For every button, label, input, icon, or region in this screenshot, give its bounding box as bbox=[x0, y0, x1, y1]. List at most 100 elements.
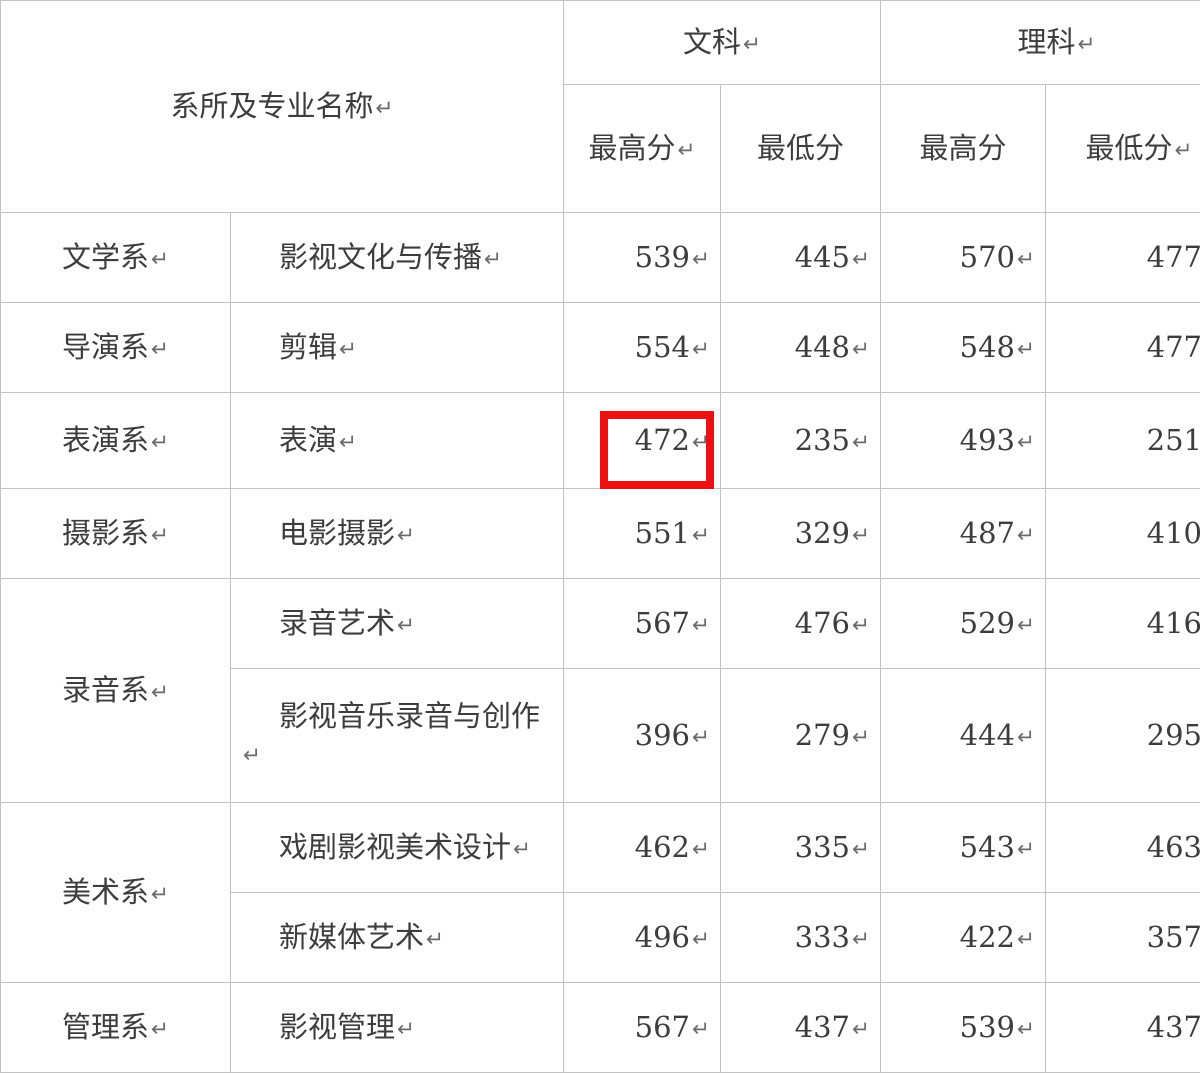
table-row: 文学系↵ 影视文化与传播↵ 539↵ 445↵ 570↵ 477↵ bbox=[1, 213, 1200, 303]
cell-major: 剪辑↵ bbox=[231, 303, 564, 393]
cell-department: 导演系↵ bbox=[1, 303, 231, 393]
return-mark-icon: ↵ bbox=[1017, 430, 1035, 455]
score-value: 477 bbox=[1147, 240, 1200, 274]
cell-department: 表演系↵ bbox=[1, 393, 231, 489]
cell-liberal-lowest: 279↵ bbox=[721, 669, 881, 803]
table-row: 导演系↵ 剪辑↵ 554↵ 448↵ 548↵ 477↵ bbox=[1, 303, 1200, 393]
table-row: 录音系↵ 录音艺术↵ 567↵ 476↵ 529↵ 416↵ bbox=[1, 579, 1200, 669]
major-label: 新媒体艺术 bbox=[279, 920, 424, 954]
cell-science-lowest: 477↵ bbox=[1046, 303, 1200, 393]
cell-science-highest: 570↵ bbox=[881, 213, 1046, 303]
cell-science-highest: 543↵ bbox=[881, 803, 1046, 893]
cell-science-lowest: 251↵ bbox=[1046, 393, 1200, 489]
admission-score-table: 系所及专业名称↵ 文科↵ 理科↵ 最高分 ↵ 最低分 最高分 bbox=[0, 0, 1200, 1073]
cell-liberal-lowest: 448↵ bbox=[721, 303, 881, 393]
cell-liberal-lowest: 235↵ bbox=[721, 393, 881, 489]
table-body: 文学系↵ 影视文化与传播↵ 539↵ 445↵ 570↵ 477↵ 导演系↵ 剪… bbox=[1, 213, 1200, 1073]
table-header: 系所及专业名称↵ 文科↵ 理科↵ 最高分 ↵ 最低分 最高分 bbox=[1, 1, 1200, 213]
score-value: 567 bbox=[635, 1010, 690, 1044]
score-value: 539 bbox=[960, 1010, 1015, 1044]
return-mark-icon: ↵ bbox=[484, 247, 502, 272]
score-value: 279 bbox=[795, 718, 850, 752]
return-mark-icon: ↵ bbox=[426, 927, 444, 952]
return-mark-icon: ↵ bbox=[376, 96, 394, 121]
score-value: 333 bbox=[795, 920, 850, 954]
header-row-groups: 系所及专业名称↵ 文科↵ 理科↵ bbox=[1, 1, 1200, 85]
cell-major: 新媒体艺术↵ bbox=[231, 893, 564, 983]
return-mark-icon: ↵ bbox=[151, 1017, 169, 1042]
cell-science-lowest: 357↵ bbox=[1046, 893, 1200, 983]
return-mark-icon: ↵ bbox=[397, 1017, 415, 1042]
header-liberal-lowest: 最低分 bbox=[721, 85, 881, 213]
cell-liberal-lowest: 476↵ bbox=[721, 579, 881, 669]
department-label: 文学系 bbox=[62, 240, 149, 274]
cell-major: 影视文化与传播↵ bbox=[231, 213, 564, 303]
return-mark-icon: ↵ bbox=[513, 837, 531, 862]
header-science-highest: 最高分 bbox=[881, 85, 1046, 213]
return-mark-icon: ↵ bbox=[151, 882, 169, 907]
return-mark-icon: ↵ bbox=[1175, 138, 1193, 163]
cell-liberal-lowest: 445↵ bbox=[721, 213, 881, 303]
return-mark-icon: ↵ bbox=[852, 523, 870, 548]
score-value: 476 bbox=[795, 606, 850, 640]
header-group-liberal-arts: 文科↵ bbox=[564, 1, 881, 85]
return-mark-icon: ↵ bbox=[1017, 613, 1035, 638]
return-mark-icon: ↵ bbox=[852, 927, 870, 952]
cell-science-highest: 548↵ bbox=[881, 303, 1046, 393]
cell-major: 戏剧影视美术设计↵ bbox=[231, 803, 564, 893]
score-value: 570 bbox=[960, 240, 1015, 274]
cell-major: 影视音乐录音与创作↵ bbox=[231, 669, 564, 803]
score-value: 462 bbox=[635, 830, 690, 864]
cell-science-lowest: 477↵ bbox=[1046, 213, 1200, 303]
score-value: 445 bbox=[795, 240, 850, 274]
score-value: 416 bbox=[1147, 606, 1200, 640]
return-mark-icon: ↵ bbox=[852, 725, 870, 750]
cell-major: 电影摄影↵ bbox=[231, 489, 564, 579]
cell-science-highest: 539↵ bbox=[881, 983, 1046, 1073]
return-mark-icon: ↵ bbox=[1017, 927, 1035, 952]
cell-liberal-lowest: 335↵ bbox=[721, 803, 881, 893]
score-value: 472 bbox=[635, 423, 690, 457]
cell-liberal-highest: 496↵ bbox=[564, 893, 721, 983]
score-value: 335 bbox=[795, 830, 850, 864]
score-value: 539 bbox=[635, 240, 690, 274]
score-value: 235 bbox=[795, 423, 850, 457]
score-value: 529 bbox=[960, 606, 1015, 640]
department-label: 录音系 bbox=[62, 673, 149, 707]
return-mark-icon: ↵ bbox=[852, 430, 870, 455]
cell-liberal-highest: 539↵ bbox=[564, 213, 721, 303]
return-mark-icon: ↵ bbox=[692, 613, 710, 638]
cell-major: 影视管理↵ bbox=[231, 983, 564, 1073]
cell-science-highest: 487↵ bbox=[881, 489, 1046, 579]
return-mark-icon: ↵ bbox=[692, 725, 710, 750]
header-department-major-label: 系所及专业名称 bbox=[171, 89, 374, 123]
return-mark-icon: ↵ bbox=[397, 523, 415, 548]
return-mark-icon: ↵ bbox=[397, 613, 415, 638]
header-department-major: 系所及专业名称↵ bbox=[1, 1, 564, 213]
department-label: 美术系 bbox=[62, 875, 149, 909]
score-value: 437 bbox=[795, 1010, 850, 1044]
cell-science-highest: 444↵ bbox=[881, 669, 1046, 803]
cell-science-lowest: 416↵ bbox=[1046, 579, 1200, 669]
return-mark-icon: ↵ bbox=[1017, 837, 1035, 862]
major-label: 影视管理 bbox=[279, 1010, 395, 1044]
return-mark-icon: ↵ bbox=[692, 1017, 710, 1042]
score-value: 329 bbox=[795, 516, 850, 550]
return-mark-icon: ↵ bbox=[852, 337, 870, 362]
score-value: 422 bbox=[960, 920, 1015, 954]
header-liberal-highest-label: 最高分 bbox=[589, 131, 676, 165]
cell-liberal-lowest: 437↵ bbox=[721, 983, 881, 1073]
return-mark-icon: ↵ bbox=[151, 430, 169, 455]
return-mark-icon: ↵ bbox=[1078, 32, 1096, 57]
cell-liberal-highest: 554↵ bbox=[564, 303, 721, 393]
department-label: 表演系 bbox=[62, 423, 149, 457]
return-mark-icon: ↵ bbox=[852, 837, 870, 862]
score-value: 567 bbox=[635, 606, 690, 640]
return-mark-icon: ↵ bbox=[151, 247, 169, 272]
score-value: 410 bbox=[1147, 516, 1200, 550]
cell-department: 录音系↵ bbox=[1, 579, 231, 803]
score-value: 396 bbox=[635, 718, 690, 752]
cell-science-lowest: 295↵ bbox=[1046, 669, 1200, 803]
return-mark-icon: ↵ bbox=[692, 927, 710, 952]
cell-department: 管理系↵ bbox=[1, 983, 231, 1073]
